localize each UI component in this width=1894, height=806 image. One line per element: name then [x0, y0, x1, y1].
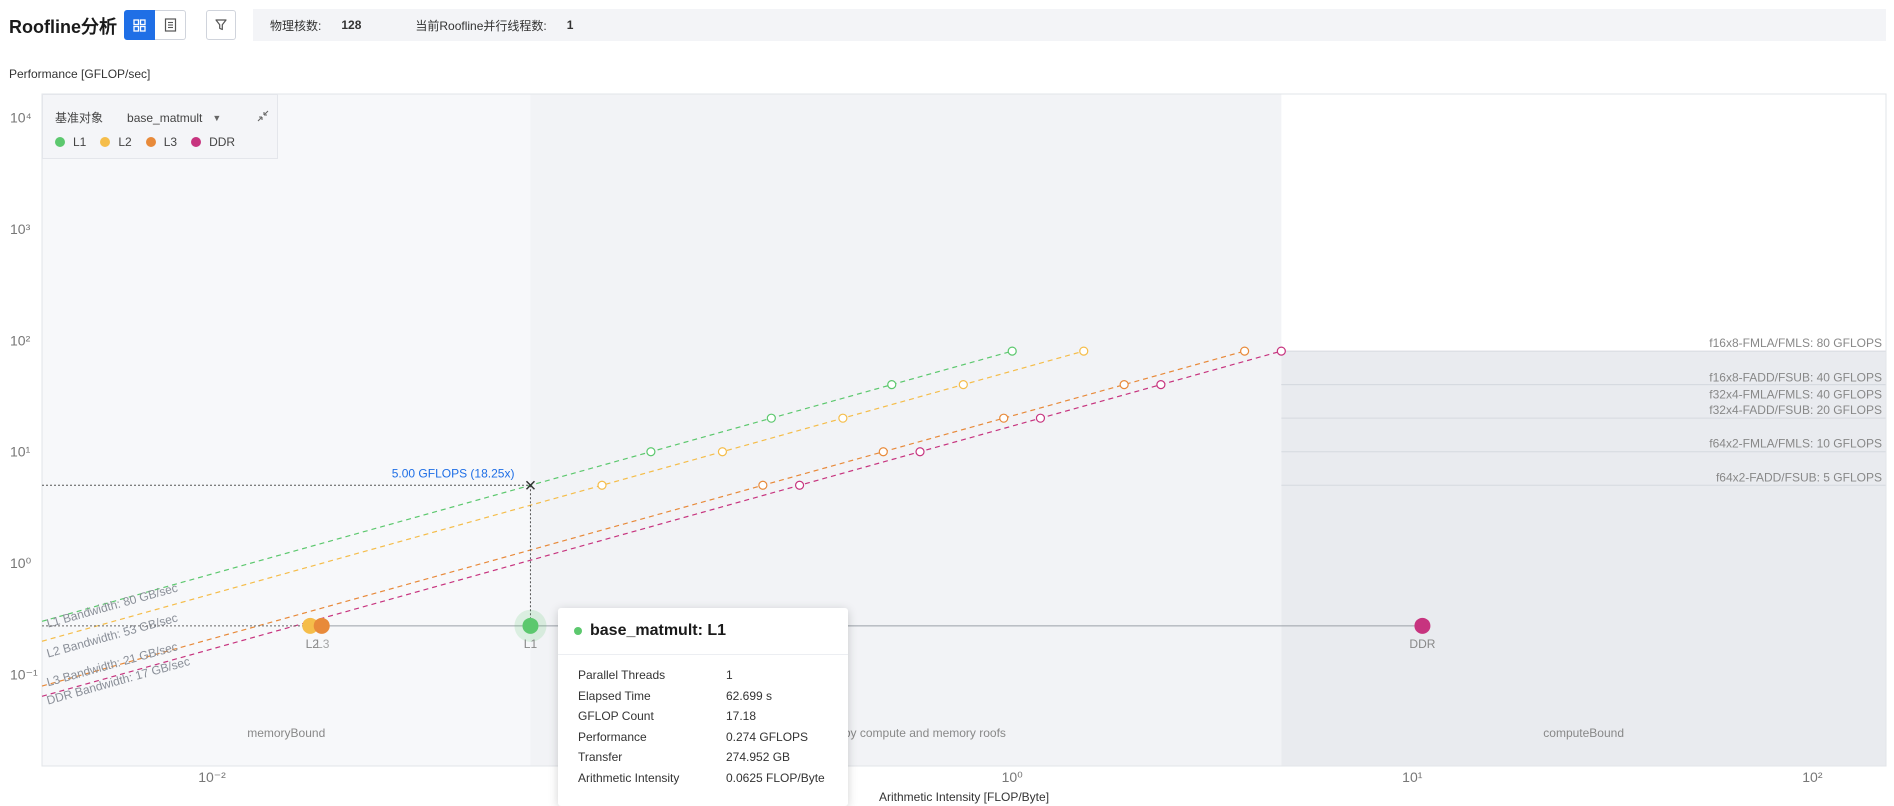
y-tick-label: 10³ — [10, 221, 31, 237]
caret-down-icon[interactable]: ▼ — [212, 113, 221, 123]
tooltip-value: 0.0625 FLOP/Byte — [726, 770, 825, 785]
x-tick-label: 10¹ — [1402, 769, 1423, 785]
tooltip-row: Elapsed Time 62.699 s — [578, 686, 848, 707]
compute-roof-label: f16x8-FMLA/FMLS: 80 GFLOPS — [1709, 336, 1882, 350]
data-point-ddr — [1414, 617, 1431, 634]
roof-marker — [1079, 346, 1089, 356]
x-axis-title: Arithmetic Intensity [FLOP/Byte] — [879, 790, 1049, 804]
legend-item-l3[interactable]: L3 — [145, 135, 178, 149]
compute-roof-label: f32x4-FADD/FSUB: 20 GFLOPS — [1709, 403, 1882, 417]
roof-marker — [915, 447, 925, 457]
data-point-l3 — [313, 617, 330, 634]
roof-marker — [1240, 346, 1250, 356]
point-label-l3: L3 — [316, 637, 330, 651]
collapse-icon[interactable] — [257, 110, 269, 125]
roof-marker — [794, 480, 805, 490]
tooltip-value: 62.699 s — [726, 688, 773, 703]
region-label-compute: computeBound — [1543, 726, 1624, 740]
x-tick-label: 10² — [1802, 769, 1823, 785]
roof-marker — [999, 413, 1009, 423]
legend-label: DDR — [209, 135, 236, 149]
tooltip-key: Parallel Threads — [578, 668, 666, 683]
tooltip-row: Parallel Threads 1 — [578, 665, 848, 686]
x-tick-label: 10⁰ — [1002, 769, 1024, 785]
legend-label: L1 — [73, 135, 87, 149]
tooltip-value: 1 — [726, 668, 733, 683]
tooltip-value: 0.274 GFLOPS — [726, 729, 809, 744]
tooltip-key: Arithmetic Intensity — [578, 770, 680, 785]
roof-marker — [1276, 346, 1286, 356]
roof-marker — [1119, 380, 1129, 390]
roof-marker — [646, 447, 656, 457]
roof-marker — [717, 447, 728, 457]
y-tick-label: 10⁰ — [10, 555, 32, 571]
point-label-ddr: DDR — [1409, 637, 1435, 651]
y-tick-label: 10⁴ — [10, 109, 32, 125]
reference-label: 基准对象 — [55, 111, 104, 125]
roof-marker — [958, 380, 968, 390]
tooltip-row: Transfer 274.952 GB — [578, 747, 848, 768]
tooltip-row: Arithmetic Intensity 0.0625 FLOP/Byte — [578, 768, 848, 789]
point-label-l1: L1 — [524, 637, 538, 651]
legend-dot — [100, 137, 111, 147]
y-tick-label: 10² — [10, 332, 31, 348]
legend-dot — [191, 137, 202, 147]
legend-items: L1 L2 L3 DDR — [55, 135, 249, 149]
legend-item-l1[interactable]: L1 — [55, 135, 86, 149]
legend-item-l2[interactable]: L2 — [100, 135, 132, 149]
roof-marker — [838, 413, 848, 423]
roof-marker — [1007, 346, 1017, 356]
roof-marker — [878, 447, 888, 457]
roof-marker — [1035, 413, 1046, 423]
annotation-label: 5.00 GFLOPS (18.25x) — [392, 466, 515, 480]
tooltip-value: 17.18 — [726, 709, 757, 724]
tooltip-key: GFLOP Count — [578, 709, 654, 724]
compute-roof-label: f64x2-FMLA/FMLS: 10 GFLOPS — [1709, 437, 1882, 451]
tooltip-value: 274.952 GB — [726, 750, 791, 765]
y-tick-label: 10⁻¹ — [10, 667, 38, 683]
tooltip-rows: Parallel Threads 1 Elapsed Time 62.699 s GFL… — [558, 655, 848, 788]
legend-label: L2 — [118, 135, 132, 149]
roof-marker — [887, 380, 897, 390]
reference-value[interactable]: base_matmult — [127, 111, 202, 125]
point-tooltip: base_matmult: L1 Parallel Threads 1 Elapse… — [558, 608, 848, 806]
roofline-chart: f16x8-FMLA/FMLS: 80 GFLOPS f16x8-FADD/FSU… — [10, 93, 1887, 804]
tooltip-header: base_matmult: L1 — [558, 608, 848, 655]
tooltip-key: Transfer — [578, 750, 623, 765]
legend-dot — [55, 137, 65, 147]
reference-selector: 基准对象 base_matmult ▼ — [55, 109, 269, 126]
compute-roof-label: f32x4-FMLA/FMLS: 40 GFLOPS — [1709, 388, 1882, 402]
tooltip-row: GFLOP Count 17.18 — [578, 706, 848, 727]
tooltip-color-dot — [574, 627, 582, 635]
roof-marker — [597, 480, 607, 490]
y-tick-label: 10¹ — [10, 444, 31, 460]
roof-marker — [766, 413, 776, 423]
x-tick-label: 10⁻² — [198, 769, 226, 785]
roof-marker — [758, 480, 768, 490]
data-point-l1 — [522, 617, 539, 634]
tooltip-key: Performance — [578, 729, 647, 744]
roof-marker — [1156, 380, 1166, 390]
compute-roof-label: f64x2-FADD/FSUB: 5 GFLOPS — [1716, 470, 1882, 484]
legend-label: L3 — [163, 135, 178, 149]
compute-roof-label: f16x8-FADD/FSUB: 40 GFLOPS — [1709, 371, 1882, 385]
legend-dot — [145, 137, 156, 147]
tooltip-key: Elapsed Time — [578, 688, 651, 703]
tooltip-title: base_matmult: L1 — [590, 622, 727, 639]
tooltip-row: Performance 0.274 GFLOPS — [578, 727, 848, 748]
legend-item-ddr[interactable]: DDR — [191, 135, 235, 149]
region-label-memory: memoryBound — [247, 726, 325, 740]
legend-panel: 基准对象 base_matmult ▼ L1 L2 L3 DDR — [42, 94, 278, 159]
